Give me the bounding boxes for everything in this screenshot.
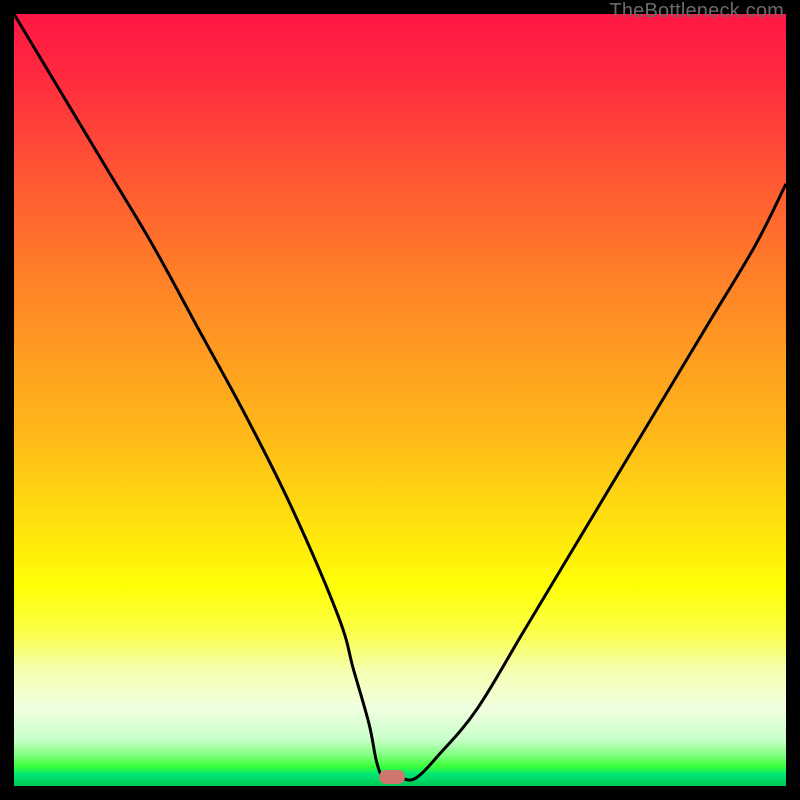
curve-layer bbox=[14, 14, 786, 786]
watermark-text: TheBottleneck.com bbox=[609, 0, 784, 23]
bottleneck-curve bbox=[14, 14, 786, 780]
optimal-point-marker bbox=[379, 770, 405, 784]
bottleneck-chart: TheBottleneck.com bbox=[0, 0, 800, 800]
plot-area bbox=[14, 14, 786, 786]
